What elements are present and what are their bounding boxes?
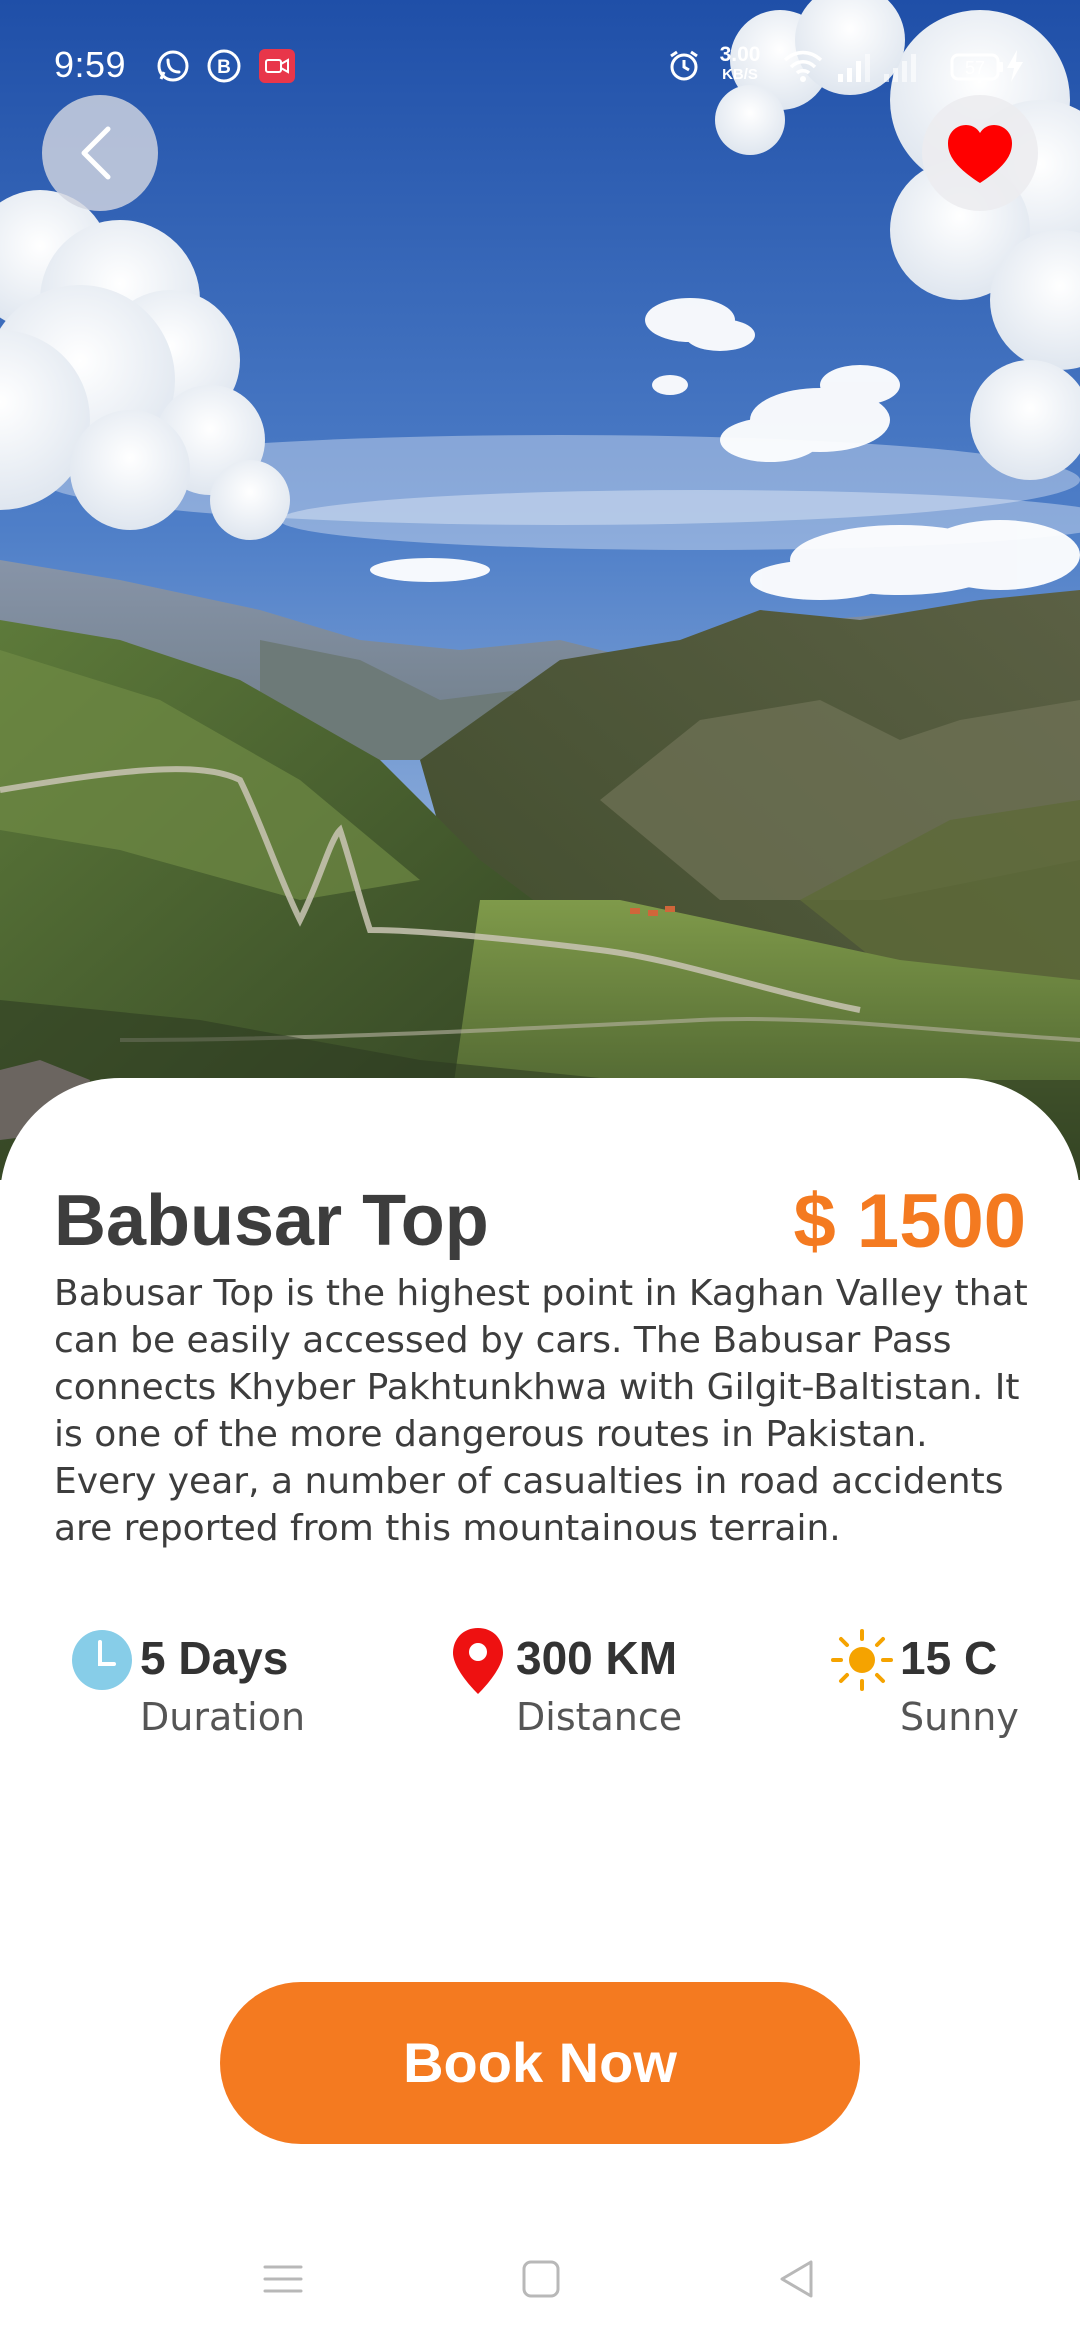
screen-record-icon bbox=[259, 49, 295, 83]
signal-icon-2 bbox=[884, 54, 916, 82]
home-square-icon[interactable] bbox=[520, 2258, 562, 2300]
whatsapp-icon bbox=[157, 50, 189, 82]
navigation-bar bbox=[0, 2230, 1080, 2340]
favorite-button[interactable] bbox=[922, 95, 1038, 211]
charging-icon bbox=[1007, 50, 1023, 82]
sun-icon bbox=[831, 1629, 893, 1691]
hero-image bbox=[0, 0, 1080, 1180]
heart-icon bbox=[948, 125, 1012, 183]
trip-detail-screen: 9:59 B 3.00 KB/S 57 Babusar Top $ 1500 B… bbox=[0, 0, 1080, 2340]
stat-weather-label: Sunny bbox=[900, 1695, 1019, 1739]
wifi-icon bbox=[783, 50, 823, 82]
stat-weather-value: 15 C bbox=[900, 1632, 998, 1684]
status-time: 9:59 bbox=[54, 44, 127, 85]
book-now-button[interactable]: Book Now bbox=[220, 1982, 860, 2144]
b-badge-icon: B bbox=[207, 49, 241, 83]
back-triangle-icon[interactable] bbox=[776, 2258, 818, 2300]
clock-icon bbox=[72, 1630, 132, 1690]
menu-icon[interactable] bbox=[262, 2258, 304, 2300]
signal-icon bbox=[838, 54, 870, 82]
stat-distance-value: 300 KM bbox=[516, 1632, 678, 1684]
stat-duration-value: 5 Days bbox=[140, 1632, 289, 1684]
stat-duration-label: Duration bbox=[140, 1695, 306, 1739]
place-price: $ 1500 bbox=[793, 1179, 1026, 1264]
place-description: Babusar Top is the highest point in Kagh… bbox=[54, 1273, 1028, 1549]
network-speed: 3.00 KB/S bbox=[719, 43, 761, 83]
place-title: Babusar Top bbox=[54, 1181, 489, 1261]
status-bar: 9:59 B 3.00 KB/S 57 bbox=[0, 0, 1080, 130]
location-pin-icon bbox=[453, 1628, 503, 1694]
alarm-icon bbox=[670, 50, 698, 81]
back-button[interactable] bbox=[42, 95, 158, 211]
svg-text:B: B bbox=[217, 57, 231, 78]
battery-icon: 57 bbox=[950, 53, 1003, 81]
chevron-left-icon bbox=[81, 126, 111, 180]
svg-text:57: 57 bbox=[965, 58, 985, 78]
stat-distance-label: Distance bbox=[516, 1695, 683, 1739]
